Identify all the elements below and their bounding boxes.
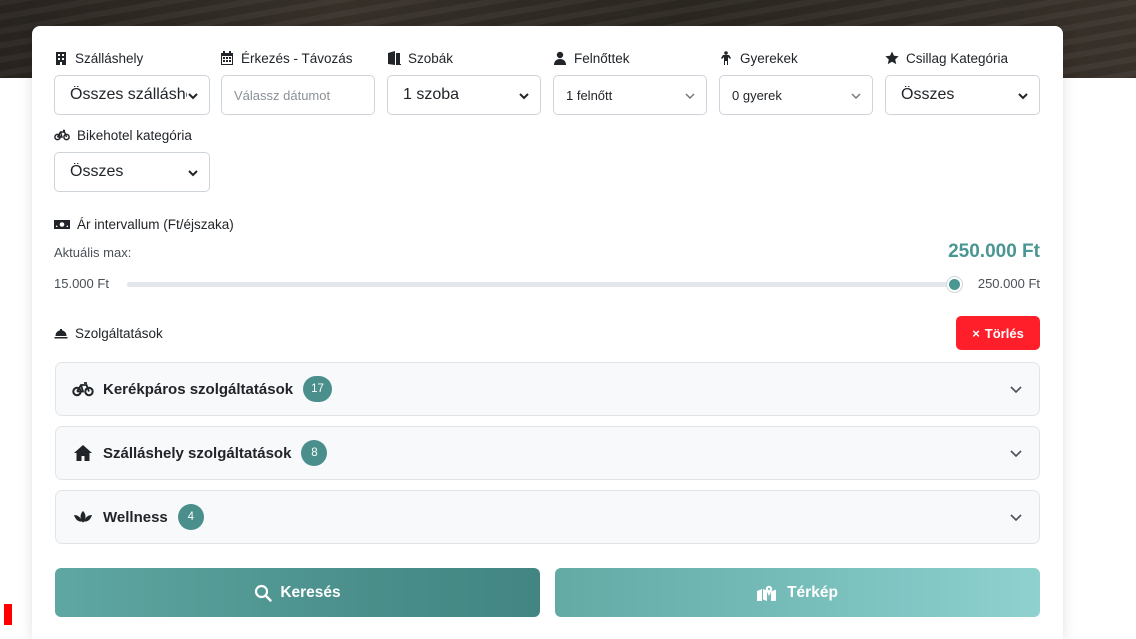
map-button[interactable]: Térkép — [555, 568, 1040, 617]
close-icon: × — [972, 325, 980, 341]
date-range-input[interactable]: Válassz dátumot — [221, 75, 375, 115]
bikehotel-select[interactable]: Összes — [54, 152, 210, 192]
bikehotel-label: Bikehotel kategória — [54, 126, 192, 144]
count-badge: 17 — [303, 376, 332, 402]
accordion-title: Wellness — [103, 508, 168, 526]
count-badge: 4 — [177, 504, 204, 530]
price-slider-track[interactable] — [127, 277, 962, 292]
accommodation-label: Szálláshely — [54, 49, 143, 67]
chevron-down-icon — [518, 89, 530, 101]
chevron-down-icon — [187, 89, 199, 101]
accordion-bike-services[interactable]: Kerékpáros szolgáltatások 17 — [55, 362, 1040, 416]
chevron-down-icon — [187, 166, 199, 178]
current-max-label: Aktuális max: — [54, 245, 132, 260]
chevron-down-icon — [1017, 89, 1029, 101]
stars-label: Csillag Kategória — [885, 49, 1008, 67]
children-dropdown-value: 0 gyerek — [732, 87, 782, 103]
map-button-label: Térkép — [787, 583, 838, 601]
count-badge: 8 — [301, 440, 328, 466]
accordion-wellness[interactable]: Wellness 4 — [55, 490, 1040, 544]
chevron-down-icon — [1010, 514, 1022, 522]
search-filter-card: Szálláshely Érkezés - Távozás Szobák Fel… — [32, 26, 1063, 639]
rooms-select[interactable]: 1 szoba — [387, 75, 541, 115]
bicycle-icon — [72, 380, 94, 398]
dates-label: Érkezés - Távozás — [220, 49, 353, 67]
price-max-label: 250.000 Ft — [977, 276, 1040, 291]
accommodation-select-value: Összes szálláshely — [70, 86, 187, 103]
money-bill-icon — [54, 220, 70, 229]
star-icon — [885, 51, 899, 65]
red-marker — [4, 604, 12, 625]
search-icon — [255, 584, 273, 602]
rooms-select-value: 1 szoba — [403, 86, 460, 103]
adults-dropdown[interactable]: 1 felnőtt — [553, 75, 707, 115]
stars-select[interactable]: Összes — [885, 75, 1040, 115]
children-dropdown[interactable]: 0 gyerek — [719, 75, 873, 115]
chevron-down-icon — [1010, 450, 1022, 458]
stars-select-value: Összes — [901, 86, 955, 103]
chevron-down-icon — [850, 89, 862, 101]
user-icon — [554, 51, 566, 65]
clear-services-button[interactable]: × Törlés — [956, 316, 1040, 350]
price-range-label: Ár intervallum (Ft/éjszaka) — [54, 215, 234, 233]
door-icon — [388, 51, 401, 65]
bicycle-icon — [54, 129, 70, 141]
search-button[interactable]: Keresés — [55, 568, 540, 617]
calendar-icon — [221, 51, 233, 65]
clear-services-label: Törlés — [984, 325, 1024, 341]
price-slider-thumb[interactable] — [947, 277, 962, 292]
home-icon — [72, 444, 94, 462]
chevron-down-icon — [684, 89, 696, 101]
concierge-bell-icon — [54, 329, 68, 339]
accommodation-select[interactable]: Összes szálláshely — [54, 75, 210, 115]
map-location-icon — [757, 585, 777, 601]
adults-label: Felnőttek — [553, 49, 630, 67]
accordion-title: Szálláshely szolgáltatások — [103, 444, 292, 462]
child-icon — [721, 51, 731, 65]
accordion-title: Kerékpáros szolgáltatások — [103, 380, 294, 398]
building-icon — [56, 52, 66, 65]
services-label: Szolgáltatások — [54, 324, 163, 342]
bikehotel-select-value: Összes — [70, 163, 124, 180]
accordion-accommodation-services[interactable]: Szálláshely szolgáltatások 8 — [55, 426, 1040, 480]
date-range-placeholder: Válassz dátumot — [234, 87, 331, 103]
search-button-label: Keresés — [280, 583, 341, 601]
children-label: Gyerekek — [719, 49, 798, 67]
price-slider-fill — [127, 282, 954, 287]
current-max-value: 250.000 Ft — [948, 241, 1040, 262]
rooms-label: Szobák — [387, 49, 453, 67]
chevron-down-icon — [1010, 386, 1022, 394]
spa-icon — [72, 508, 94, 526]
price-min-label: 15.000 Ft — [54, 276, 109, 291]
adults-dropdown-value: 1 felnőtt — [566, 87, 613, 103]
